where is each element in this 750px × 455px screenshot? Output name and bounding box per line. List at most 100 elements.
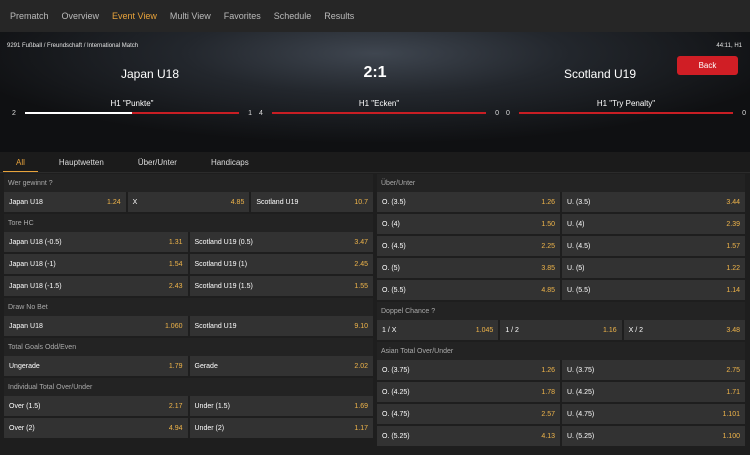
odds-row: O. (5.25) 4.13 U. (5.25) 1.100 bbox=[377, 426, 745, 446]
selection-label: U. (4.25) bbox=[567, 388, 595, 396]
odds-button[interactable]: O. (4.75) 2.57 bbox=[377, 404, 560, 424]
odds-button[interactable]: O. (5) 3.85 bbox=[377, 258, 560, 278]
odds-button[interactable]: Scotland U19 (1.5) 1.55 bbox=[189, 276, 373, 296]
selection-label: Scotland U19 bbox=[194, 322, 237, 330]
odds-button[interactable]: Over (2) 4.94 bbox=[4, 418, 188, 438]
selection-label: U. (3.5) bbox=[567, 198, 591, 206]
odds-button[interactable]: 1 / 2 1.16 bbox=[500, 320, 622, 340]
market-title: Draw No Bet bbox=[4, 298, 373, 316]
odds-button[interactable]: 1 / X 1.045 bbox=[377, 320, 499, 340]
odds-row: Over (2) 4.94 Under (2) 1.17 bbox=[4, 418, 373, 438]
odds-button[interactable]: U. (3.5) 3.44 bbox=[562, 192, 745, 212]
odds-button[interactable]: U. (5) 1.22 bbox=[562, 258, 745, 278]
odds-button[interactable]: Scotland U19 10.7 bbox=[251, 192, 374, 212]
nav-item-schedule[interactable]: Schedule bbox=[274, 11, 312, 21]
nav-item-favorites[interactable]: Favorites bbox=[224, 11, 261, 21]
odds-row: 1 / X 1.045 1 / 2 1.16 X / 2 3.48 bbox=[377, 320, 745, 340]
odds-button[interactable]: O. (3.75) 1.26 bbox=[377, 360, 560, 380]
odds-value: 1.045 bbox=[475, 326, 494, 334]
selection-label: O. (4.75) bbox=[382, 410, 410, 418]
stat-home-value: 0 bbox=[506, 110, 510, 117]
odds-button[interactable]: U. (3.75) 2.75 bbox=[562, 360, 745, 380]
odds-button[interactable]: O. (5.5) 4.85 bbox=[377, 280, 560, 300]
odds-value: 1.57 bbox=[726, 242, 740, 250]
selection-label: U. (4) bbox=[567, 220, 585, 228]
selection-label: O. (5) bbox=[382, 264, 400, 272]
odds-value: 2.57 bbox=[541, 410, 555, 418]
odds-value: 3.85 bbox=[541, 264, 555, 272]
selection-label: Scotland U19 (1.5) bbox=[194, 282, 253, 290]
odds-button[interactable]: O. (4.25) 1.78 bbox=[377, 382, 560, 402]
odds-button[interactable]: Japan U18 1.24 bbox=[4, 192, 126, 212]
odds-button[interactable]: Japan U18 (-1) 1.54 bbox=[4, 254, 188, 274]
odds-button[interactable]: Japan U18 1.060 bbox=[4, 316, 188, 336]
stat-try-penalty: H1 "Try Penalty" 0 0 bbox=[506, 99, 746, 121]
selection-label: Under (1.5) bbox=[194, 402, 230, 410]
selection-label: O. (4.25) bbox=[382, 388, 410, 396]
odds-value: 3.48 bbox=[726, 326, 740, 334]
odds-button[interactable]: U. (5.5) 1.14 bbox=[562, 280, 745, 300]
odds-row: O. (4.5) 2.25 U. (4.5) 1.57 bbox=[377, 236, 745, 256]
odds-value: 2.75 bbox=[726, 366, 740, 374]
tab-ueber-unter[interactable]: Über/Unter bbox=[125, 152, 190, 172]
nav-item-results[interactable]: Results bbox=[324, 11, 354, 21]
nav-item-prematch[interactable]: Prematch bbox=[10, 11, 49, 21]
odds-value: 1.31 bbox=[168, 238, 183, 246]
selection-label: O. (5.25) bbox=[382, 432, 410, 440]
odds-button[interactable]: Ungerade 1.79 bbox=[4, 356, 188, 376]
odds-button[interactable]: U. (4.75) 1.101 bbox=[562, 404, 745, 424]
odds-button[interactable]: U. (5.25) 1.100 bbox=[562, 426, 745, 446]
market-title: Tore HC bbox=[4, 214, 373, 232]
odds-button[interactable]: Scotland U19 (1) 2.45 bbox=[189, 254, 373, 274]
selection-label: 1 / X bbox=[382, 326, 397, 334]
odds-value: 3.47 bbox=[354, 238, 368, 246]
odds-button[interactable]: Japan U18 (-0.5) 1.31 bbox=[4, 232, 188, 252]
stat-bar bbox=[519, 112, 733, 114]
odds-button[interactable]: Over (1.5) 2.17 bbox=[4, 396, 188, 416]
odds-value: 1.24 bbox=[107, 198, 121, 206]
odds-button[interactable]: Scotland U19 9.10 bbox=[189, 316, 373, 336]
odds-row: Japan U18 (-1.5) 2.43 Scotland U19 (1.5) 1.… bbox=[4, 276, 373, 296]
odds-button[interactable]: O. (4.5) 2.25 bbox=[377, 236, 560, 256]
nav-item-event-view[interactable]: Event View bbox=[112, 11, 157, 21]
selection-label: Japan U18 (-1) bbox=[9, 260, 56, 268]
odds-button[interactable]: U. (4.25) 1.71 bbox=[562, 382, 745, 402]
odds-button[interactable]: Under (2) 1.17 bbox=[189, 418, 373, 438]
odds-button[interactable]: X 4.85 bbox=[127, 192, 250, 212]
selection-label: U. (5.5) bbox=[567, 286, 591, 294]
odds-value: 9.10 bbox=[354, 322, 368, 330]
odds-value: 1.26 bbox=[541, 366, 555, 374]
odds-value: 1.14 bbox=[726, 286, 740, 294]
odds-row: O. (5) 3.85 U. (5) 1.22 bbox=[377, 258, 745, 278]
odds-row: O. (3.5) 1.26 U. (3.5) 3.44 bbox=[377, 192, 745, 212]
nav-item-overview[interactable]: Overview bbox=[62, 11, 100, 21]
odds-button[interactable]: Japan U18 (-1.5) 2.43 bbox=[4, 276, 188, 296]
nav-item-multi-view[interactable]: Multi View bbox=[170, 11, 211, 21]
market-title: Total Goals Odd/Even bbox=[4, 338, 373, 356]
selection-label: Gerade bbox=[194, 362, 218, 370]
odds-button[interactable]: Under (1.5) 1.69 bbox=[189, 396, 373, 416]
stat-title: H1 "Try Penalty" bbox=[596, 99, 656, 108]
odds-button[interactable]: U. (4.5) 1.57 bbox=[562, 236, 745, 256]
odds-button[interactable]: Scotland U19 (0.5) 3.47 bbox=[189, 232, 373, 252]
odds-button[interactable]: Gerade 2.02 bbox=[189, 356, 373, 376]
breadcrumb: 9291 Fußball / Freundschaft / Internatio… bbox=[7, 43, 139, 49]
tab-hauptwetten[interactable]: Hauptwetten bbox=[46, 152, 117, 172]
tab-handicaps[interactable]: Handicaps bbox=[198, 152, 262, 172]
odds-value: 1.71 bbox=[726, 388, 740, 396]
odds-button[interactable]: O. (4) 1.50 bbox=[377, 214, 560, 234]
selection-label: Scotland U19 (1) bbox=[194, 260, 248, 268]
stat-home-value: 4 bbox=[259, 110, 263, 117]
selection-label: Japan U18 bbox=[9, 322, 43, 330]
stat-away-value: 1 bbox=[248, 110, 252, 117]
odds-button[interactable]: O. (5.25) 4.13 bbox=[377, 426, 560, 446]
back-button[interactable]: Back bbox=[677, 56, 738, 75]
stat-bar bbox=[272, 112, 486, 114]
odds-value: 1.55 bbox=[354, 282, 368, 290]
stat-home-value: 2 bbox=[12, 110, 16, 117]
odds-button[interactable]: U. (4) 2.39 bbox=[562, 214, 745, 234]
odds-button[interactable]: O. (3.5) 1.26 bbox=[377, 192, 560, 212]
odds-button[interactable]: X / 2 3.48 bbox=[623, 320, 745, 340]
tab-all[interactable]: All bbox=[3, 152, 38, 172]
odds-value: 1.16 bbox=[603, 326, 617, 334]
